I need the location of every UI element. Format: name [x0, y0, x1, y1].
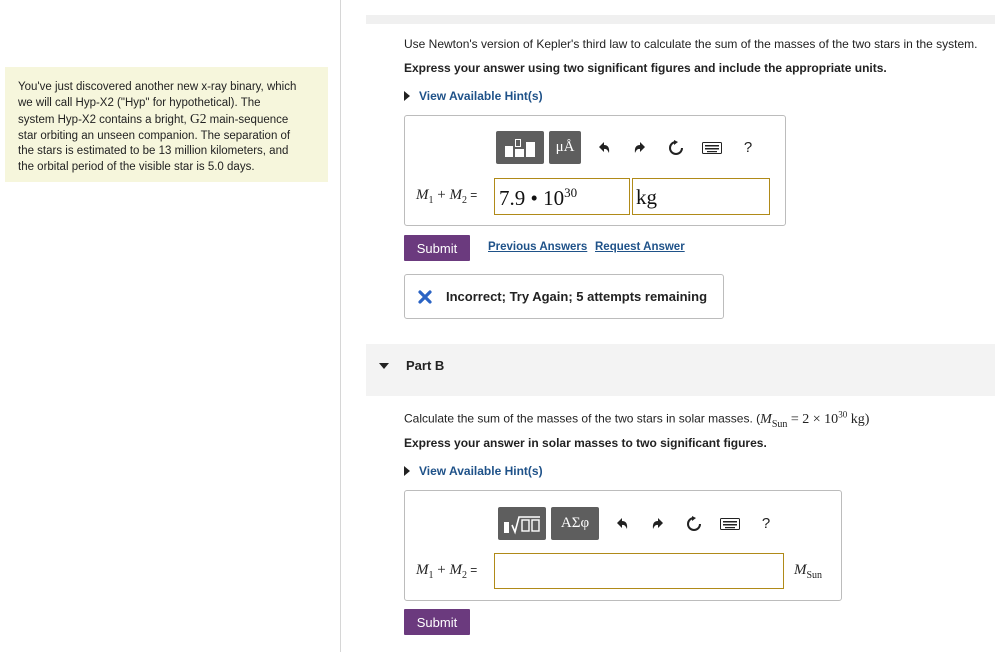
- feedback-text: Incorrect; Try Again; 5 attempts remaini…: [446, 289, 708, 304]
- keyboard-icon[interactable]: [712, 507, 748, 540]
- problem-line: the stars is estimated to be 13 million …: [18, 145, 289, 157]
- part-a-answer-box: μÅ ? M1 + M2 = 7.9 • 1030 kg: [404, 115, 786, 226]
- problem-line: system Hyp-X2 contains a bright, G2 main…: [18, 111, 289, 126]
- help-icon[interactable]: ?: [730, 131, 766, 164]
- caret-right-icon: [404, 91, 410, 101]
- part-b-answer-field[interactable]: [494, 553, 784, 589]
- part-a-equation-label: M1 + M2 =: [416, 187, 478, 206]
- part-b-equation-label: M1 + M2 =: [416, 562, 478, 581]
- part-a-feedback: Incorrect; Try Again; 5 attempts remaini…: [404, 274, 724, 319]
- part-b-hint-toggle[interactable]: View Available Hint(s): [404, 464, 543, 478]
- part-a-unit-field[interactable]: kg: [632, 178, 770, 215]
- previous-answers-link[interactable]: Previous Answers: [488, 241, 587, 253]
- undo-icon[interactable]: [604, 507, 640, 540]
- part-b-instruction: Express your answer in solar masses to t…: [404, 436, 767, 450]
- part-b-toolbar: ΑΣφ ?: [498, 507, 784, 540]
- part-a-submit-button[interactable]: Submit: [404, 235, 470, 261]
- part-b-label: Part B: [406, 358, 445, 373]
- templates-button[interactable]: [496, 131, 544, 164]
- problem-line: You've just discovered another new x-ray…: [18, 81, 297, 93]
- part-b-answer-box: ΑΣφ ? M1 + M2 = MSun: [404, 490, 842, 601]
- caret-right-icon: [404, 466, 410, 476]
- problem-line: star orbiting an unseen companion. The s…: [18, 129, 291, 142]
- symbols-button[interactable]: μÅ: [549, 131, 581, 164]
- part-a-toolbar: μÅ ?: [496, 131, 766, 164]
- part-a-question: Use Newton's version of Kepler's third l…: [404, 37, 978, 51]
- reset-icon[interactable]: [658, 131, 694, 164]
- redo-icon[interactable]: [622, 131, 658, 164]
- part-a-value-field[interactable]: 7.9 • 1030: [494, 178, 630, 215]
- undo-icon[interactable]: [586, 131, 622, 164]
- help-icon[interactable]: ?: [748, 507, 784, 540]
- templates-icon: [505, 138, 535, 157]
- column-divider: [340, 0, 341, 652]
- incorrect-x-icon: [418, 289, 432, 304]
- part-b-header[interactable]: Part B: [366, 344, 995, 396]
- part-b-submit-button[interactable]: Submit: [404, 609, 470, 635]
- problem-line: the orbital period of the visible star i…: [18, 160, 255, 173]
- part-a-hint-toggle[interactable]: View Available Hint(s): [404, 89, 543, 103]
- greek-symbols-button[interactable]: ΑΣφ: [551, 507, 599, 540]
- part-b-unit-label: MSun: [794, 562, 823, 581]
- request-answer-link[interactable]: Request Answer: [595, 241, 685, 253]
- problem-statement: You've just discovered another new x-ray…: [5, 67, 328, 182]
- caret-down-icon: [379, 363, 389, 369]
- part-a-instruction: Express your answer using two significan…: [404, 61, 887, 75]
- keyboard-icon[interactable]: [694, 131, 730, 164]
- reset-icon[interactable]: [676, 507, 712, 540]
- star-type: G2: [189, 111, 207, 126]
- templates-icon: [504, 515, 540, 534]
- redo-icon[interactable]: [640, 507, 676, 540]
- part-b-question: Calculate the sum of the masses of the t…: [404, 409, 870, 430]
- part-a-header-bar: [366, 15, 995, 24]
- problem-line: we will call Hyp-X2 ("Hyp" for hypotheti…: [18, 96, 261, 109]
- templates-button[interactable]: [498, 507, 546, 540]
